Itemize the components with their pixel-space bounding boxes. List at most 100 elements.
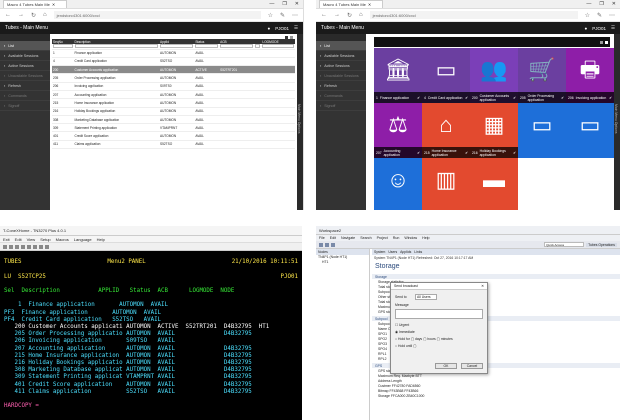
application-tile[interactable]: 🏛 1 Finance application ✔ (374, 48, 422, 103)
list-view-icon[interactable] (285, 36, 288, 39)
eclipse-menu-item[interactable]: Run (393, 236, 400, 240)
urgent-checkbox[interactable]: ☐ Urgent (395, 323, 409, 327)
screen-line[interactable]: PF4 Credit Card application S52TSO AVAIL (4, 317, 298, 324)
table-row[interactable]: 308 Marketing Database application AUTOMON… (52, 115, 295, 125)
application-tile[interactable]: ▦ 216 Holiday Bookings application ✔ (470, 103, 518, 158)
sidebar-toggle[interactable] (0, 34, 50, 41)
message-field[interactable] (395, 309, 483, 319)
table-row[interactable]: 206 Invoicing application S09TS0 AVAIL (52, 82, 295, 92)
table-row[interactable]: 411 Claims application S52TSO AVAIL (52, 140, 295, 150)
tool-icon[interactable] (319, 242, 323, 247)
sidebar-item[interactable]: ▪ Available Sessions (316, 51, 366, 61)
editor-tab[interactable]: Applids (400, 250, 411, 254)
hold-for-radio[interactable]: ○ Hold for ▢ days ▢ hours ▢ minutes (395, 337, 453, 341)
favorites-icon[interactable]: ☆ (585, 12, 590, 19)
browser-tab[interactable]: Macro 4 Tubes Main Me ✕ (319, 0, 383, 8)
grid-view-icon[interactable] (290, 36, 293, 39)
side-tab[interactable]: Main Menu Options (614, 34, 620, 210)
tool-icon[interactable] (9, 244, 13, 249)
sidebar-item[interactable]: ▪ Unavailable Sessions (0, 71, 50, 81)
screen-line[interactable]: PF3 Finance application AUTOMON AVAIL (4, 310, 298, 317)
sidebar-item[interactable]: ▪ List (0, 41, 50, 51)
tool-icon[interactable] (33, 244, 37, 249)
close-icon[interactable]: ✕ (52, 2, 55, 7)
eclipse-menu-item[interactable]: Navigate (341, 236, 355, 240)
hamburger-icon[interactable]: ☰ (611, 25, 615, 31)
table-row[interactable]: 4 Credit Card application S52TSO AVAIL (52, 57, 295, 67)
sidebar-item[interactable]: ▪ Refresh (316, 81, 366, 91)
screen-line[interactable]: 411 Claims application S52TSO AVAIL D4B3… (4, 389, 298, 396)
cancel-button[interactable]: Cancel (461, 363, 483, 369)
send-to-select[interactable]: All Users (415, 294, 437, 300)
filter-input[interactable] (220, 44, 254, 49)
grid-view-icon[interactable] (605, 40, 608, 44)
application-tile[interactable]: ▭ 4 Credit Card application ✔ (422, 48, 470, 103)
table-row[interactable]: 205 Order Processing application AUTOMON AV… (52, 73, 295, 83)
close-window-icon[interactable]: ✕ (295, 1, 299, 7)
filter-input[interactable] (53, 44, 73, 49)
table-row[interactable]: 216 Holiday Bookings application AUTOMON AV… (52, 107, 295, 116)
screen-line[interactable]: 207 Accounting application AUTOMON AVAIL… (4, 346, 298, 353)
back-icon[interactable]: ← (5, 12, 11, 18)
tool-icon[interactable] (21, 244, 25, 249)
tool-icon[interactable] (15, 244, 19, 249)
application-tile[interactable]: 🛒 205 Order Processing application ✔ (518, 48, 566, 103)
close-icon[interactable]: ✕ (368, 2, 371, 7)
hamburger-icon[interactable]: ☰ (294, 25, 298, 31)
forward-icon[interactable]: → (334, 12, 340, 18)
hold-until-radio[interactable]: ○ Hold until ▢ (395, 344, 416, 348)
browser-tab[interactable]: Macro 4 Tubes Main Me ✕ (3, 0, 67, 8)
immediate-radio[interactable]: ◉ Immediate (395, 330, 415, 334)
terminal-menu-item[interactable]: View (27, 237, 36, 242)
close-window-icon[interactable]: ✕ (612, 1, 616, 7)
application-tile[interactable]: ▬ (470, 158, 518, 210)
filter-input[interactable] (255, 44, 261, 49)
sidebar-item[interactable]: ▪ Commands (316, 91, 366, 101)
editor-tab[interactable]: Users (388, 250, 397, 254)
table-row[interactable]: 200 Customer Accounts application AUTOMON A… (52, 65, 295, 75)
eclipse-menu-item[interactable]: Help (422, 236, 429, 240)
table-row[interactable]: 1 Finance application AUTOMON AVAIL (52, 49, 295, 58)
side-tab[interactable]: Main Menu Options (297, 34, 303, 210)
application-tile[interactable]: ▥ (422, 158, 470, 210)
tool-icon[interactable] (3, 244, 7, 249)
terminal-screen[interactable]: TUBES Menu2 PANEL 21/10/2016 10:11:51 LU S… (0, 251, 302, 420)
home-icon[interactable]: ⌂ (43, 12, 47, 18)
sidebar-toggle[interactable] (316, 34, 366, 41)
table-row[interactable]: 309 Statement Printing application VTAMPRN… (52, 123, 295, 133)
screen-command[interactable]: HARDCOPY = (4, 403, 298, 410)
maximize-icon[interactable]: ❐ (599, 1, 603, 7)
perspective-button[interactable]: Tubes Operations (586, 242, 617, 247)
maximize-icon[interactable]: ❐ (282, 1, 286, 7)
screen-line[interactable]: 216 Holiday Bookings applicatio AUTOMON … (4, 360, 298, 367)
application-tile[interactable]: ▭ (566, 103, 614, 158)
screen-line[interactable]: 206 Invoicing application S09TSO AVAIL (4, 338, 298, 345)
eclipse-menu-item[interactable]: Search (360, 236, 371, 240)
ok-button[interactable]: OK (435, 363, 457, 369)
eclipse-menu-item[interactable]: File (319, 236, 325, 240)
tool-icon[interactable] (325, 242, 329, 247)
sidebar-item[interactable]: ▪ Active Sessions (316, 61, 366, 71)
terminal-menu-item[interactable]: Setup (40, 237, 50, 242)
tool-icon[interactable] (27, 244, 31, 249)
screen-line[interactable]: 401 Credit Score application AUTOMON AVA… (4, 382, 298, 389)
editor-tab[interactable]: Links (414, 250, 422, 254)
back-icon[interactable]: ← (321, 12, 327, 18)
table-row[interactable]: 215 Home Insurance application AUTOMON AVAI… (52, 98, 295, 108)
refresh-icon[interactable]: ↻ (31, 12, 36, 19)
filter-input[interactable] (262, 44, 294, 49)
forward-icon[interactable]: → (18, 12, 24, 18)
eclipse-menu-item[interactable]: Window (404, 236, 417, 240)
sidebar-item[interactable]: ▪ Refresh (0, 81, 50, 91)
screen-line[interactable]: 205 Order Processing applicatio AUTOMON … (4, 331, 298, 338)
eclipse-menu-item[interactable]: Edit (330, 236, 336, 240)
minimize-icon[interactable]: — (586, 1, 591, 7)
application-tile[interactable]: 🖶 206 Invoicing application ✔ (566, 48, 614, 103)
favorites-icon[interactable]: ☆ (268, 12, 273, 19)
close-icon[interactable]: ✕ (481, 284, 487, 288)
sidebar-item[interactable]: ▪ Unavailable Sessions (316, 71, 366, 81)
application-tile[interactable]: ⚖ 207 Accounting application ✔ (374, 103, 422, 158)
screen-line[interactable]: 309 Statement Printing applicat VTAMPRNT… (4, 374, 298, 381)
share-icon[interactable]: ✎ (597, 12, 602, 19)
url-field[interactable]: jendstorc4301:6000/cxcl (53, 11, 261, 19)
